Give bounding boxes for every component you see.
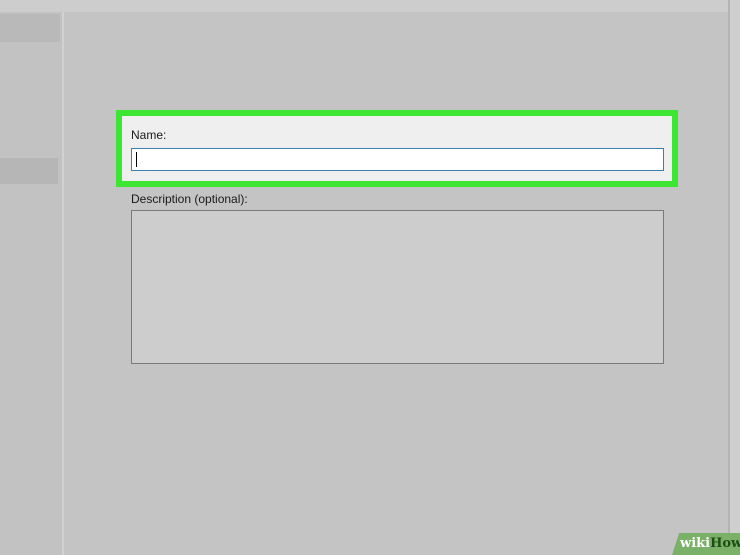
screen: Name: Description (optional): wikiHow xyxy=(0,0,740,555)
left-pane-header xyxy=(0,14,60,42)
description-label: Description (optional): xyxy=(131,192,248,206)
name-label: Name: xyxy=(131,128,167,142)
right-scroll-edge xyxy=(728,0,740,555)
window-top-strip xyxy=(0,0,740,12)
left-pane xyxy=(0,12,64,555)
watermark-wiki: wiki xyxy=(680,536,711,551)
wikihow-watermark: wikiHow xyxy=(680,536,740,551)
watermark-how: How xyxy=(710,536,740,551)
description-textarea[interactable] xyxy=(131,210,664,364)
left-pane-selected-item[interactable] xyxy=(0,158,58,184)
text-caret xyxy=(136,152,137,167)
name-input[interactable] xyxy=(131,148,664,171)
